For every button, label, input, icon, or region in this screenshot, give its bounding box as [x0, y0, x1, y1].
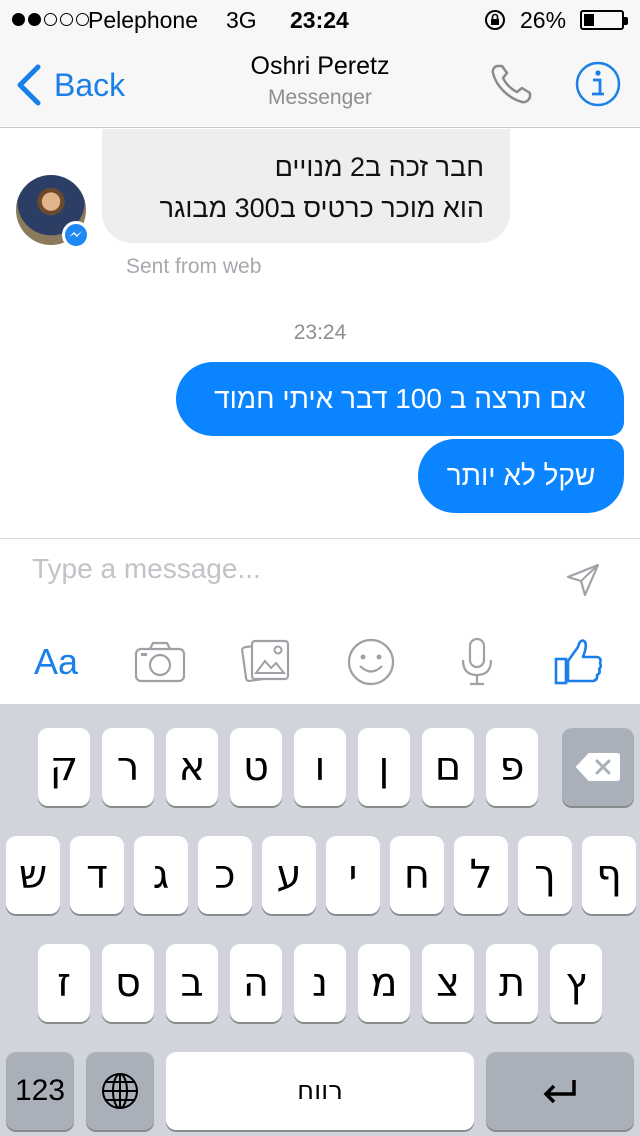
info-icon[interactable]	[574, 60, 622, 108]
key[interactable]: ס	[102, 944, 154, 1022]
contact-name: Oshri Peretz	[250, 52, 390, 80]
incoming-message-line: חבר זכה ב2 מנויים	[274, 152, 484, 182]
delete-icon	[575, 753, 620, 781]
key[interactable]: ג	[134, 836, 188, 914]
key[interactable]: ד	[70, 836, 124, 914]
key[interactable]: נ	[294, 944, 346, 1022]
message-source-label: Sent from web	[126, 255, 262, 278]
key[interactable]: י	[326, 836, 380, 914]
message-input[interactable]	[32, 549, 532, 589]
key[interactable]: ף	[582, 836, 636, 914]
key[interactable]: ן	[358, 728, 410, 806]
incoming-message-line: הוא מוכר כרטיס ב300 מבוגר	[159, 193, 484, 223]
key[interactable]: ו	[294, 728, 346, 806]
message-thread[interactable]: חבר זכה ב2 מנויים הוא מוכר כרטיס ב300 מב…	[0, 129, 640, 537]
hebrew-keyboard: ק ר א ט ו ן ם פ ש ד ג כ ע י ח ל ך ף ז ס …	[0, 704, 640, 1136]
key[interactable]: ק	[38, 728, 90, 806]
key[interactable]: ץ	[550, 944, 602, 1022]
app-subtitle: Messenger	[268, 86, 372, 109]
send-icon[interactable]	[564, 561, 602, 599]
key[interactable]: ש	[6, 836, 60, 914]
gallery-icon[interactable]	[240, 635, 294, 689]
text-format-button[interactable]: Aa	[26, 635, 86, 689]
key[interactable]: ב	[166, 944, 218, 1022]
key[interactable]: א	[166, 728, 218, 806]
outgoing-message-bubble[interactable]: אם תרצה ב 100 דבר איתי חמוד	[176, 362, 624, 436]
key[interactable]: ט	[230, 728, 282, 806]
outgoing-message-bubble[interactable]: שקל לא יותר	[418, 439, 624, 513]
key[interactable]: ך	[518, 836, 572, 914]
key[interactable]: כ	[198, 836, 252, 914]
clock: 23:24	[290, 7, 349, 33]
orientation-lock-icon	[485, 10, 505, 30]
key[interactable]: ת	[486, 944, 538, 1022]
camera-icon[interactable]	[133, 635, 187, 689]
key[interactable]: ל	[454, 836, 508, 914]
microphone-icon[interactable]	[450, 635, 504, 689]
key[interactable]: ה	[230, 944, 282, 1022]
numbers-key[interactable]: 123	[6, 1052, 74, 1130]
battery-icon	[580, 10, 628, 30]
delete-key[interactable]	[562, 728, 634, 806]
key[interactable]: פ	[486, 728, 538, 806]
space-key[interactable]: רווח	[166, 1052, 474, 1130]
phone-call-icon[interactable]	[488, 62, 538, 108]
carrier-name: Pelephone	[88, 7, 198, 33]
key[interactable]: צ	[422, 944, 474, 1022]
composer-toolbar: Aa	[0, 635, 640, 691]
incoming-message-bubble[interactable]: חבר זכה ב2 מנויים הוא מוכר כרטיס ב300 מב…	[102, 129, 510, 243]
signal-strength-icon	[12, 13, 89, 26]
like-icon[interactable]	[552, 635, 606, 689]
return-icon	[543, 1080, 576, 1104]
messenger-badge-icon	[62, 221, 90, 249]
battery-percentage: 26%	[520, 7, 567, 33]
key[interactable]: ר	[102, 728, 154, 806]
key[interactable]: ז	[38, 944, 90, 1022]
message-composer: Aa	[0, 538, 640, 704]
network-type: 3G	[226, 7, 257, 33]
key[interactable]: מ	[358, 944, 410, 1022]
navigation-bar: Back Oshri Peretz Messenger	[0, 40, 640, 128]
key[interactable]: ע	[262, 836, 316, 914]
message-timestamp: 23:24	[293, 321, 347, 344]
key[interactable]: ם	[422, 728, 474, 806]
key[interactable]: ח	[390, 836, 444, 914]
emoji-icon[interactable]	[344, 635, 398, 689]
globe-key[interactable]	[86, 1052, 154, 1130]
return-key[interactable]	[486, 1052, 634, 1130]
globe-icon	[102, 1073, 138, 1109]
status-bar: Pelephone 3G 23:24 26%	[0, 0, 640, 40]
